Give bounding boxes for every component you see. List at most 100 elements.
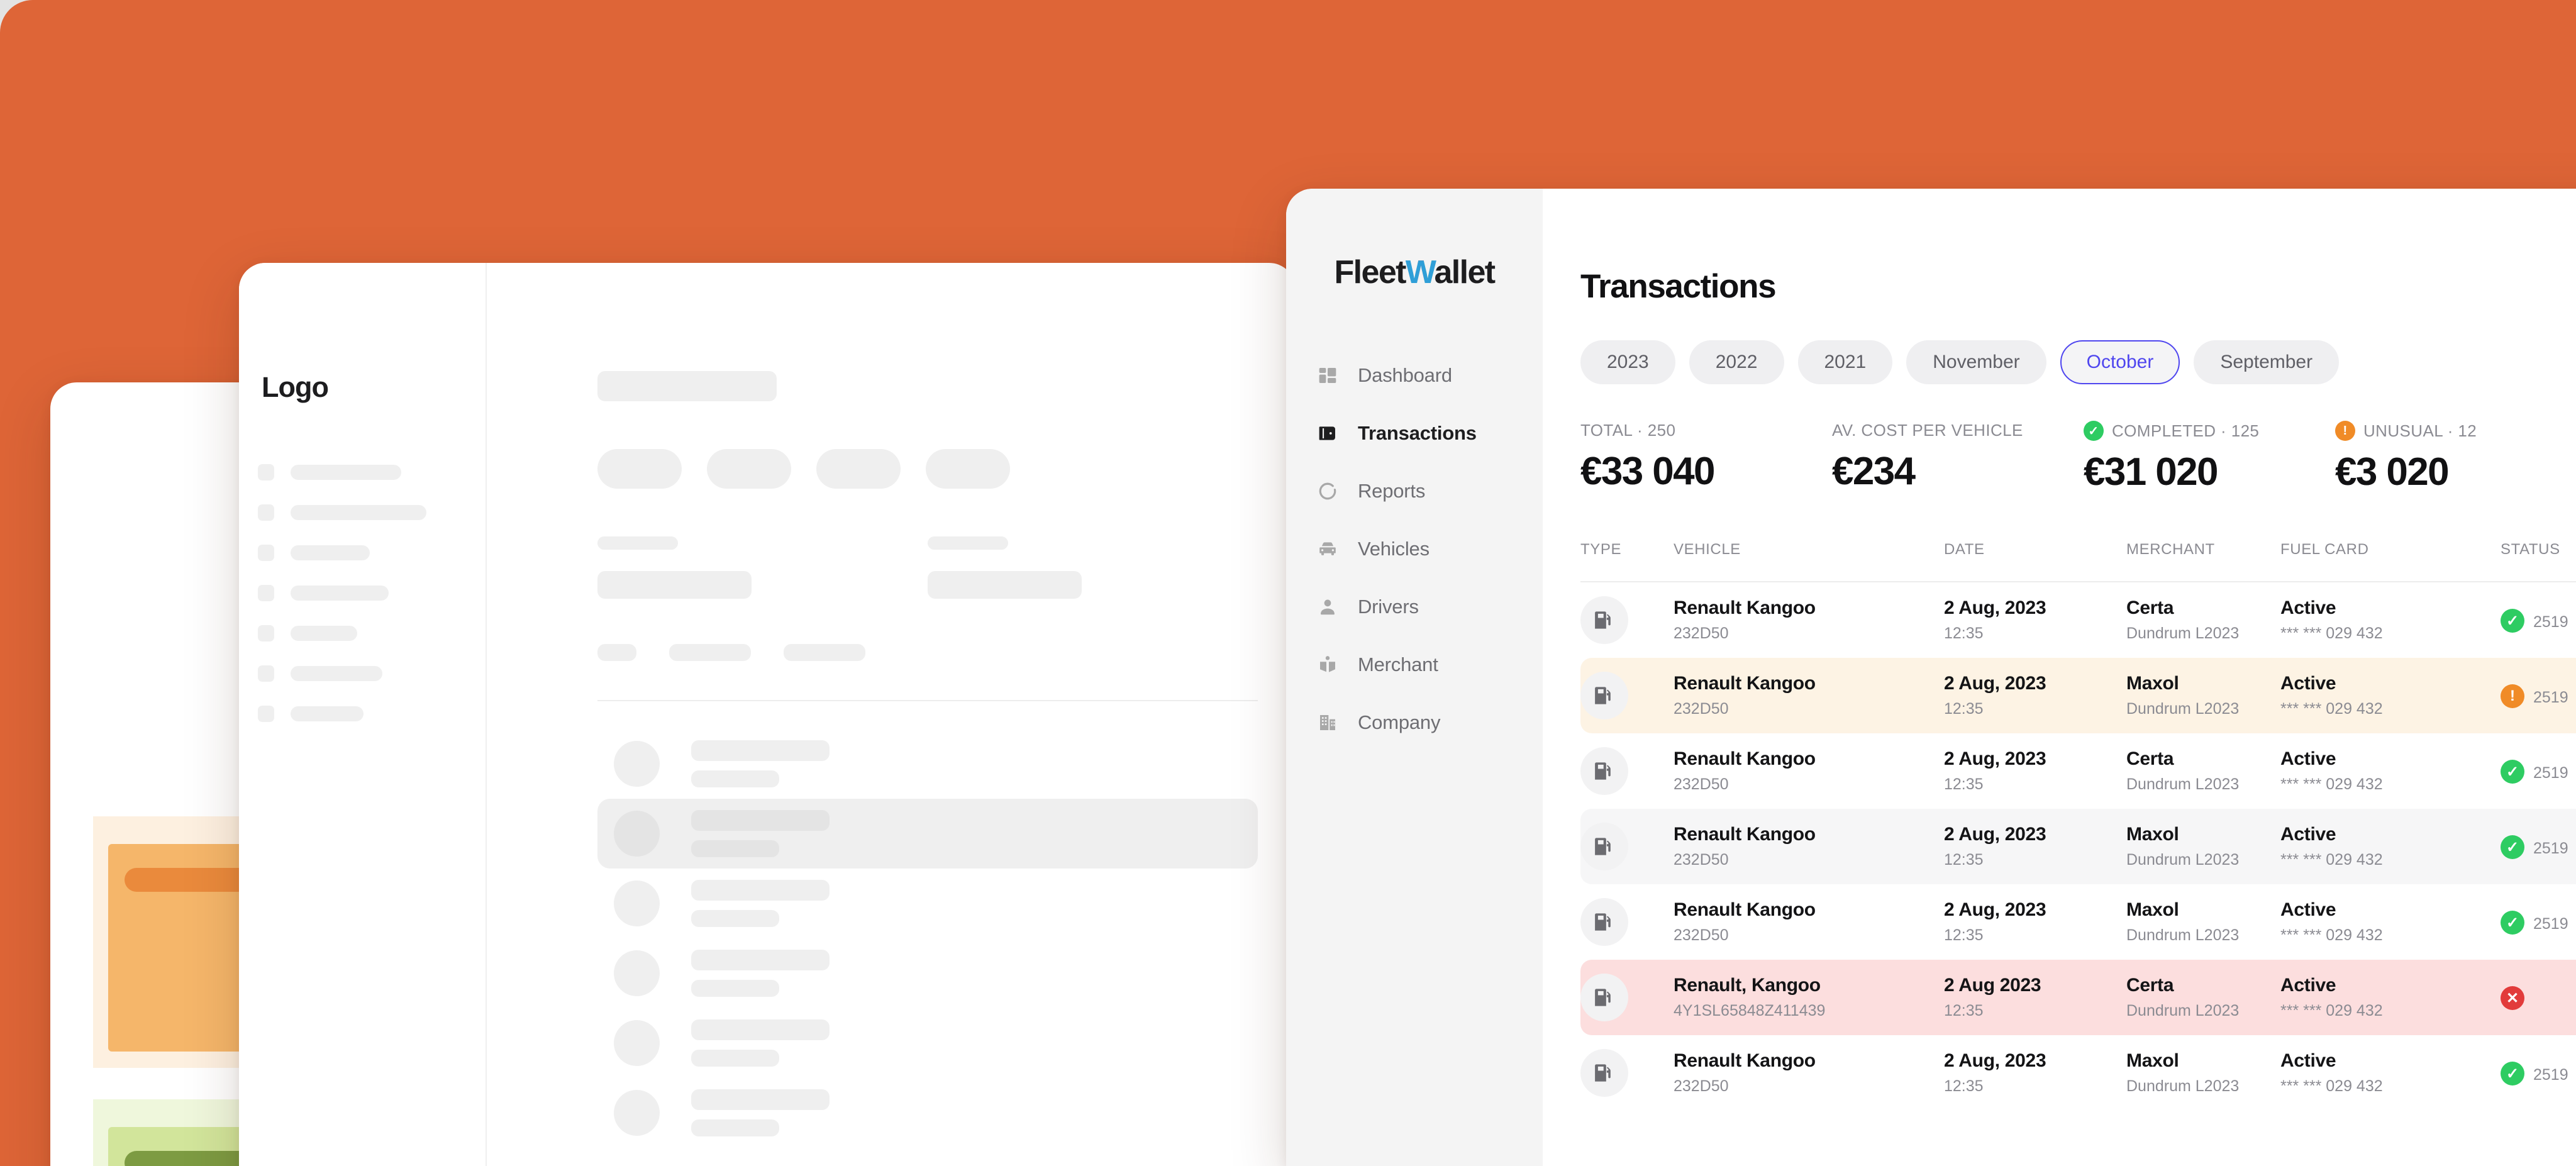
- sidebar-item-merchant[interactable]: Merchant: [1286, 636, 1543, 694]
- placeholder-list-item: [597, 729, 1258, 799]
- transaction-time: 12:35: [1944, 700, 1984, 718]
- filter-pill-2023[interactable]: 2023: [1580, 340, 1675, 384]
- cell-date: 2 Aug, 2023 12:35: [1944, 673, 2126, 718]
- merchant-location: Dundrum L2023: [2126, 775, 2240, 793]
- transaction-time: 12:35: [1944, 775, 1984, 793]
- vehicle-plate: 232D50: [1674, 851, 1729, 869]
- table-row[interactable]: Renault Kangoo 232D50 2 Aug, 2023 12:35 Maxo…: [1580, 658, 2576, 733]
- placeholder-chip: [816, 449, 901, 489]
- vehicle-plate: 232D50: [1674, 926, 1729, 944]
- person-icon: [1318, 597, 1338, 617]
- placeholder-bar: [291, 586, 389, 601]
- cell-merchant: Certa Dundrum L2023: [2126, 748, 2280, 794]
- merchant-name: Certa: [2126, 597, 2174, 618]
- table-row[interactable]: Renault, Kangoo 4Y1SL65848Z411439 2 Aug 20…: [1580, 960, 2576, 1035]
- sidebar-item-reports[interactable]: Reports: [1286, 462, 1543, 520]
- stat-label-text: COMPLETED · 125: [2112, 421, 2260, 440]
- table-row[interactable]: Renault Kangoo 232D50 2 Aug, 2023 12:35 Maxo…: [1580, 809, 2576, 884]
- wireframe-nav-item: [258, 706, 465, 722]
- filter-pill-september[interactable]: September: [2194, 340, 2340, 384]
- stat-label-text: AV. COST PER VEHICLE: [1832, 421, 2023, 440]
- transaction-date: 2 Aug 2023: [1944, 975, 2041, 996]
- cell-status: ✕: [2501, 985, 2576, 1010]
- cell-vehicle: Renault Kangoo 232D50: [1674, 899, 1944, 945]
- cell-status: ! 2519: [2501, 683, 2576, 708]
- table-row[interactable]: Renault Kangoo 232D50 2 Aug, 2023 12:35 Cert…: [1580, 582, 2576, 658]
- sidebar-item-transactions[interactable]: Transactions: [1286, 404, 1543, 462]
- sidebar-item-label: Vehicles: [1358, 538, 1430, 560]
- filter-pill-november[interactable]: November: [1906, 340, 2046, 384]
- fuel-pump-icon: [1580, 898, 1628, 946]
- vehicle-plate: 232D50: [1674, 1077, 1729, 1095]
- fuel-card-number: *** *** 029 432: [2280, 926, 2383, 944]
- column-header-type: TYPE: [1580, 541, 1622, 558]
- fuel-card-number: *** *** 029 432: [2280, 775, 2383, 793]
- sidebar-item-drivers[interactable]: Drivers: [1286, 578, 1543, 636]
- merchant-location: Dundrum L2023: [2126, 700, 2240, 718]
- sidebar-item-company[interactable]: Company: [1286, 694, 1543, 752]
- cell-fuel-card: Active *** *** 029 432: [2280, 824, 2501, 869]
- sidebar-item-dashboard[interactable]: Dashboard: [1286, 347, 1543, 404]
- cell-fuel-card: Active *** *** 029 432: [2280, 597, 2501, 643]
- cell-status: ✓ 2519: [2501, 758, 2576, 784]
- placeholder-bar: [928, 536, 1008, 550]
- transaction-date: 2 Aug, 2023: [1944, 899, 2046, 920]
- placeholder-bar: [691, 950, 830, 970]
- book-icon: [1318, 655, 1338, 675]
- placeholder-square-icon: [258, 504, 274, 521]
- placeholder-avatar: [614, 1090, 660, 1136]
- fuel-card-number: *** *** 029 432: [2280, 1002, 2383, 1019]
- filter-pill-2021[interactable]: 2021: [1797, 340, 1893, 384]
- filter-pill-october[interactable]: October: [2060, 340, 2180, 384]
- alert-circle-icon: !: [2501, 684, 2524, 708]
- wireframe-logo: Logo: [262, 371, 329, 403]
- table-row[interactable]: Renault Kangoo 232D50 2 Aug, 2023 12:35 Maxo…: [1580, 884, 2576, 960]
- placeholder-bar: [691, 1119, 779, 1136]
- wireframe-nav-item: [258, 464, 465, 480]
- cell-fuel-card: Active *** *** 029 432: [2280, 1050, 2501, 1096]
- placeholder-avatar: [614, 811, 660, 857]
- status-code: 2519: [2533, 840, 2568, 857]
- placeholder-square-icon: [258, 464, 274, 480]
- table-row[interactable]: Renault Kangoo 232D50 2 Aug, 2023 12:35 Maxo…: [1580, 1035, 2576, 1111]
- column-header-merchant: MERCHANT: [2126, 541, 2215, 558]
- placeholder-square-icon: [258, 665, 274, 682]
- cell-date: 2 Aug 2023 12:35: [1944, 975, 2126, 1020]
- sidebar-item-label: Reports: [1358, 480, 1426, 502]
- cell-vehicle: Renault Kangoo 232D50: [1674, 597, 1944, 643]
- merchant-location: Dundrum L2023: [2126, 926, 2240, 944]
- transaction-time: 12:35: [1944, 1077, 1984, 1095]
- placeholder-square-icon: [258, 625, 274, 641]
- vehicle-plate: 232D50: [1674, 625, 1729, 642]
- cell-type: [1580, 747, 1674, 795]
- placeholder-list-item[interactable]: [597, 799, 1258, 869]
- placeholder-avatar: [614, 880, 660, 926]
- filter-pill-2022[interactable]: 2022: [1689, 340, 1784, 384]
- fuel-pump-icon: [1580, 596, 1628, 644]
- cell-merchant: Maxol Dundrum L2023: [2126, 899, 2280, 945]
- wireframe-nav-item: [258, 545, 465, 561]
- error-circle-icon: ✕: [2501, 986, 2524, 1010]
- table-header-row: TYPE VEHICLE DATE MERCHANT FUEL CARD STA…: [1580, 541, 2576, 582]
- table-row[interactable]: Renault Kangoo 232D50 2 Aug, 2023 12:35 Cert…: [1580, 733, 2576, 809]
- sidebar-item-label: Transactions: [1358, 422, 1477, 444]
- check-circle-icon: ✓: [2084, 421, 2104, 441]
- column-header-vehicle: VEHICLE: [1674, 541, 1741, 558]
- stat-label-text: TOTAL · 250: [1580, 421, 1676, 440]
- stat-value: €234: [1832, 450, 1916, 493]
- fuel-pump-icon: [1580, 974, 1628, 1021]
- placeholder-bar: [691, 1050, 779, 1067]
- placeholder-bar: [597, 571, 752, 599]
- fleetwallet-logo: FleetWallet: [1286, 256, 1543, 289]
- placeholder-bar: [691, 770, 779, 787]
- placeholder-stats-group: [597, 536, 1258, 599]
- cell-date: 2 Aug, 2023 12:35: [1944, 1050, 2126, 1096]
- sidebar-item-vehicles[interactable]: Vehicles: [1286, 520, 1543, 578]
- placeholder-chip: [926, 449, 1010, 489]
- placeholder-bar: [669, 644, 751, 661]
- period-filter-bar: 2023 2022 2021 November October Septembe…: [1580, 340, 2576, 384]
- sidebar-item-label: Drivers: [1358, 596, 1419, 618]
- placeholder-list: [597, 729, 1258, 1148]
- status-code: 2519: [2533, 764, 2568, 782]
- merchant-name: Maxol: [2126, 899, 2179, 920]
